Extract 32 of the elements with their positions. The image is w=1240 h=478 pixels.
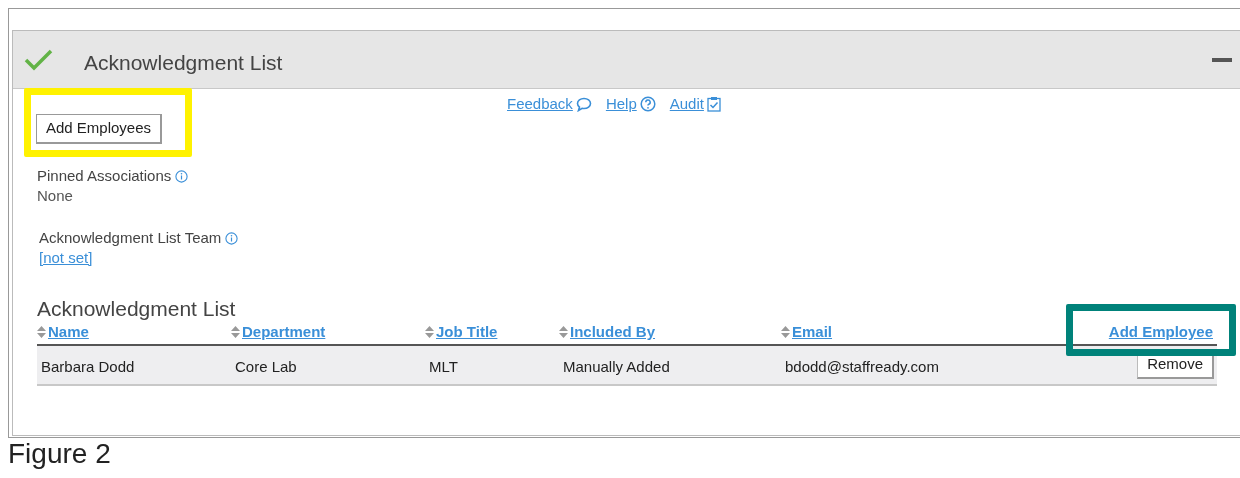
column-header[interactable]: Email [792,321,833,344]
field-value: None [37,186,73,206]
add-employee-link[interactable]: Add Employee [1108,321,1213,344]
field-link[interactable]: [not set] [39,247,93,270]
help-icon [639,96,656,113]
link[interactable]: Audit [669,93,704,116]
column-header[interactable]: Job Title [436,321,498,344]
column-header[interactable]: Name [48,321,89,344]
table-title: Acknowledgment List [37,296,236,322]
link[interactable]: Feedback [507,93,573,116]
sort-icon[interactable] [37,326,46,339]
column-header[interactable]: Department [242,321,326,344]
column-header[interactable]: Included By [570,321,655,344]
table-cell-text: MLT [429,357,458,377]
field-label: Pinned Associations [37,166,172,186]
table-cell-text: Core Lab [235,357,297,377]
table-cell-text: Barbara Dodd [41,357,135,377]
sort-icon[interactable] [559,326,568,339]
add-employees-button[interactable]: Add Employees [36,114,163,144]
info-icon [175,169,189,183]
clipboard-check-icon [706,96,721,113]
speech-bubble-icon [575,96,592,112]
link[interactable]: Help [605,93,637,116]
table-cell-text: Manually Added [563,357,670,377]
table-cell-text: bdodd@staffready.com [785,357,939,377]
sort-icon[interactable] [425,326,434,339]
sort-icon[interactable] [781,326,790,339]
sort-icon[interactable] [231,326,240,339]
field-label: Acknowledgment List Team [39,228,222,248]
panel-title: Acknowledgment List [84,50,283,76]
info-icon [225,231,239,245]
figure-caption: Figure 2 [8,440,111,468]
